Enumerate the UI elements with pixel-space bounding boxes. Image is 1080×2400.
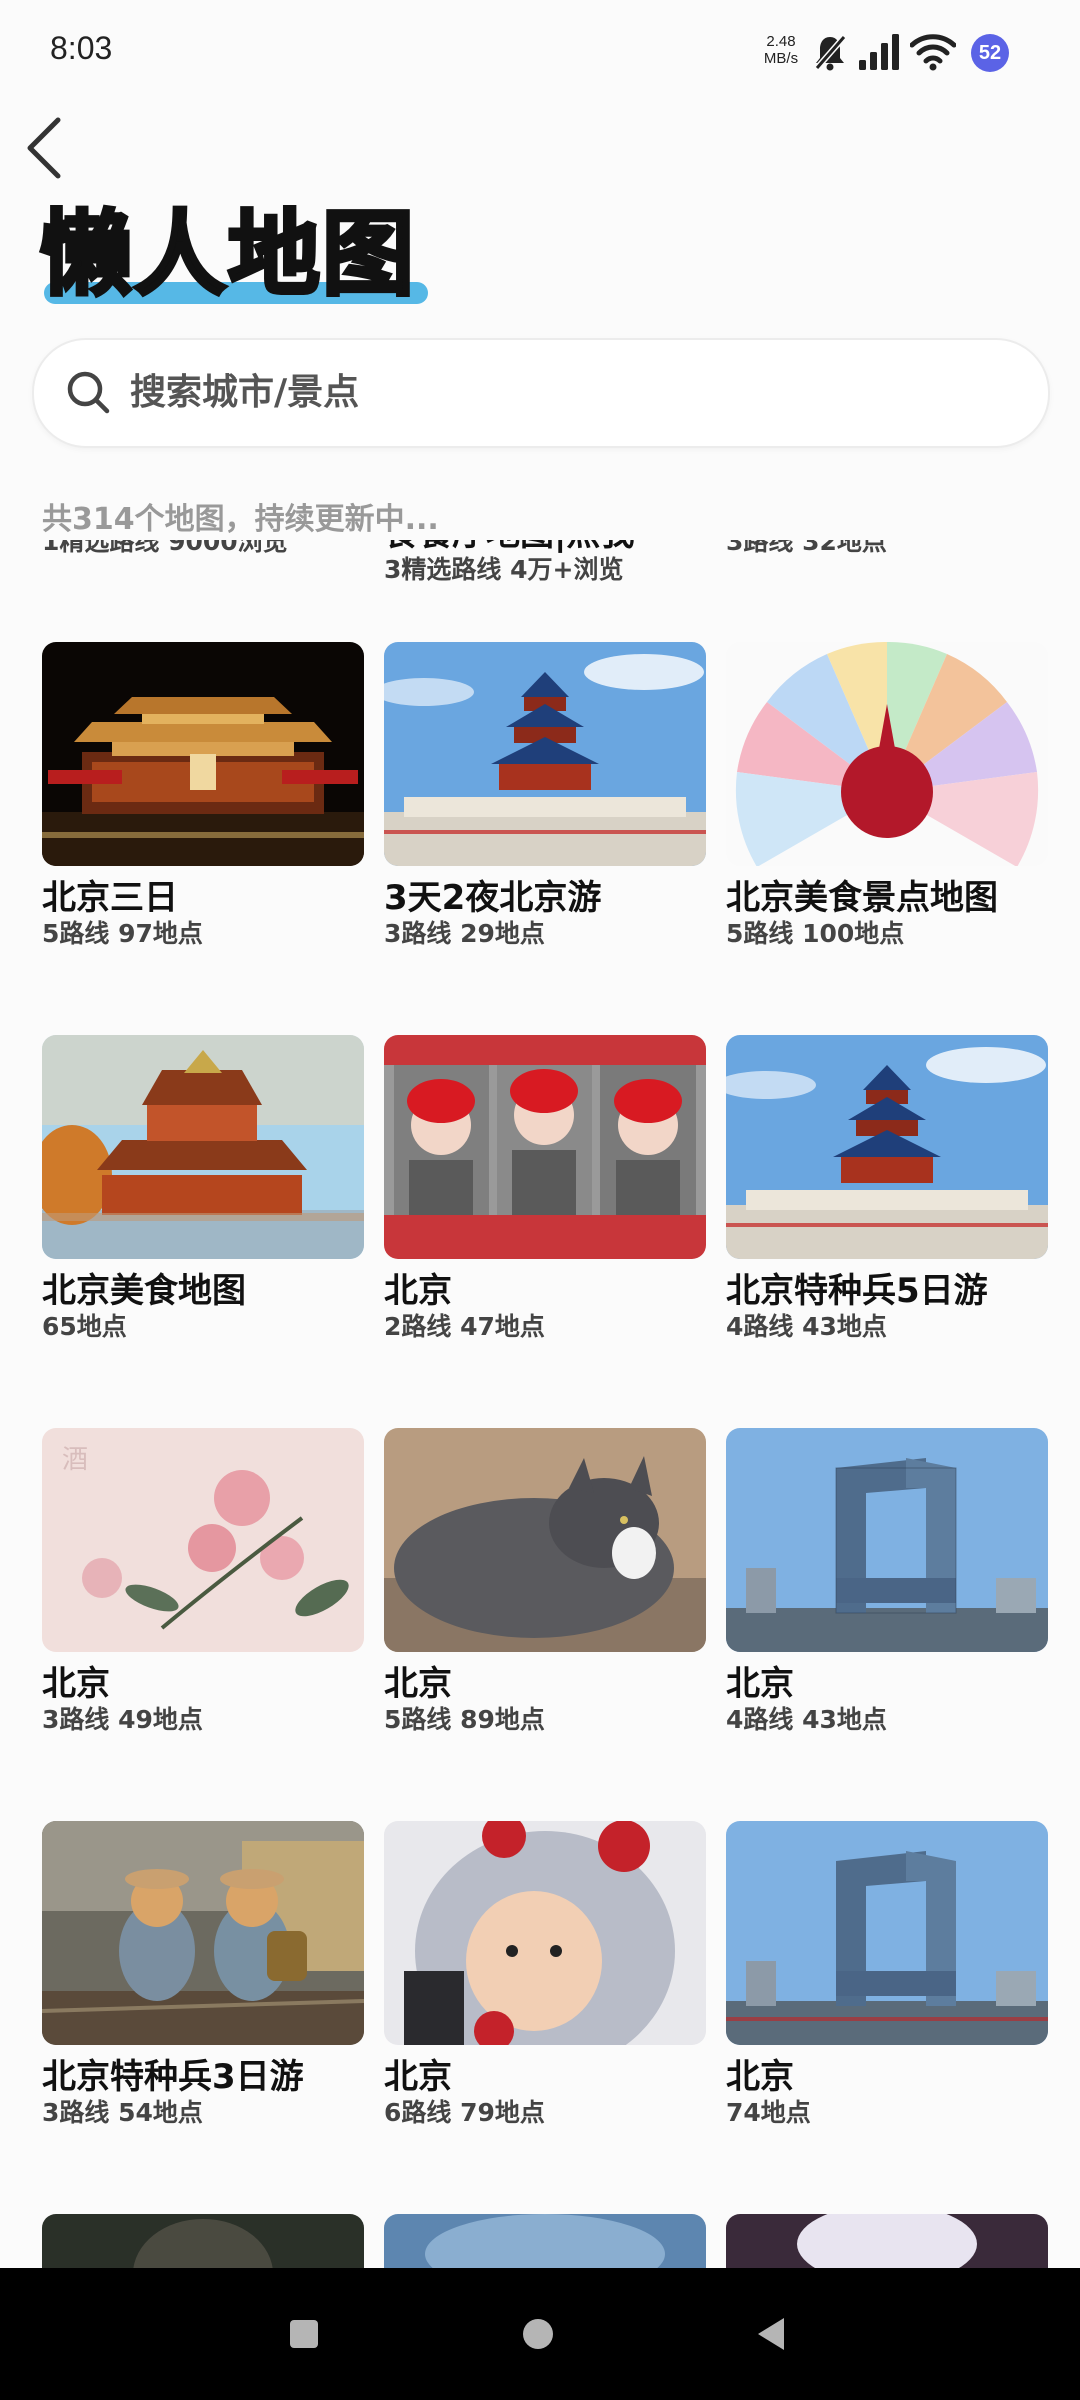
signal-icon (859, 34, 899, 70)
map-card-thumbnail-flower-painting: 酒 (42, 1428, 364, 1652)
map-card[interactable] (384, 2214, 706, 2268)
map-card-title: 北京特种兵3日游 (42, 2057, 304, 2097)
map-card-thumbnail-corner-tower (42, 1035, 364, 1259)
map-card-thumbnail-red-hats (384, 1035, 706, 1259)
notification-count-badge: 52 (971, 34, 1009, 72)
map-card-subtitle: 74地点 (726, 2098, 811, 2127)
map-card-subtitle: 5路线 89地点 (384, 1705, 545, 1734)
map-card[interactable] (42, 2214, 364, 2268)
map-grid: 1精选路线 9000浏览 食餐厅地图|点我 3精选路线 4万+浏览 3路线 32… (0, 540, 1080, 2268)
map-card-thumbnail-cats-railway (42, 1821, 364, 2045)
map-card-title: 北京 (726, 2057, 794, 2097)
app-title-text: 懒人地图 (38, 199, 417, 310)
home-button[interactable] (478, 2268, 598, 2400)
search-input[interactable]: 搜索城市/景点 (32, 338, 1050, 448)
map-card-thumbnail-spin-wheel (726, 642, 1048, 866)
map-card[interactable] (726, 2214, 1048, 2268)
map-card[interactable]: 3天2夜北京游 3路线 29地点 (384, 642, 706, 950)
map-card-thumbnail-tiananmen (42, 642, 364, 866)
map-card-thumbnail-anime-character (726, 2214, 1048, 2268)
back-nav-button[interactable] (712, 2268, 832, 2400)
map-card-partial[interactable]: 3路线 32地点 (726, 540, 1048, 558)
map-count-text: 共314个地图，持续更新中... (42, 502, 439, 537)
search-placeholder: 搜索城市/景点 (130, 372, 360, 413)
map-card[interactable]: 北京 5路线 89地点 (384, 1428, 706, 1736)
map-card[interactable]: 北京特种兵5日游 4路线 43地点 (726, 1035, 1048, 1343)
map-card-thumbnail-gray-cat (384, 1428, 706, 1652)
map-card-subtitle: 5路线 100地点 (726, 919, 905, 948)
back-button[interactable] (18, 112, 78, 184)
map-card-subtitle: 3路线 54地点 (42, 2098, 203, 2127)
map-card-title: 食餐厅地图|点我 (384, 540, 706, 554)
map-card-partial[interactable]: 1精选路线 9000浏览 (42, 540, 364, 558)
map-card-thumbnail-cctv-building (726, 1821, 1048, 2045)
map-card[interactable]: 北京三日 5路线 97地点 (42, 642, 364, 950)
map-card-subtitle: 3路线 29地点 (384, 919, 545, 948)
map-card[interactable]: 北京美食地图 65地点 (42, 1035, 364, 1343)
map-card-subtitle: 4路线 43地点 (726, 1705, 887, 1734)
map-card-title: 北京 (42, 1664, 110, 1704)
map-card-thumbnail-cctv-building (726, 1428, 1048, 1652)
map-card[interactable]: 北京 2路线 47地点 (384, 1035, 706, 1343)
app-title: 懒人地图 (38, 199, 417, 310)
map-card-subtitle: 3路线 32地点 (726, 540, 887, 556)
map-card-subtitle: 65地点 (42, 1312, 127, 1341)
map-card[interactable]: 北京 74地点 (726, 1821, 1048, 2129)
wifi-icon (910, 34, 956, 71)
map-card-title: 北京美食景点地图 (726, 878, 998, 918)
map-card-title: 北京 (384, 1271, 452, 1311)
map-card-title: 北京美食地图 (42, 1271, 246, 1311)
map-card-partial[interactable]: 食餐厅地图|点我 3精选路线 4万+浏览 (384, 540, 706, 586)
map-card-subtitle: 3路线 49地点 (42, 1705, 203, 1734)
map-card-title: 北京 (384, 1664, 452, 1704)
map-card[interactable]: 北京美食景点地图 5路线 100地点 (726, 642, 1048, 950)
svg-text:酒: 酒 (62, 1445, 88, 1475)
map-card-thumbnail-blue-art (384, 2214, 706, 2268)
network-speed-value: 2.48 (766, 33, 796, 50)
map-card[interactable]: 北京 6路线 79地点 (384, 1821, 706, 2129)
map-card-thumbnail-temple-of-heaven (384, 642, 706, 866)
map-card-subtitle: 1精选路线 9000浏览 (42, 540, 288, 556)
map-card-thumbnail-temple-of-heaven (726, 1035, 1048, 1259)
mute-bell-icon (814, 35, 847, 71)
recents-button[interactable] (244, 2268, 364, 2400)
map-card-title: 3天2夜北京游 (384, 878, 602, 918)
map-card[interactable]: 酒 北京 3路线 49地点 (42, 1428, 364, 1736)
status-bar: 8:03 2.48 MB/s 52 (0, 0, 1080, 104)
map-card-subtitle: 6路线 79地点 (384, 2098, 545, 2127)
network-speed: 2.48 MB/s (756, 33, 806, 67)
map-card-subtitle: 5路线 97地点 (42, 919, 203, 948)
map-card[interactable]: 北京 4路线 43地点 (726, 1428, 1048, 1736)
map-card-subtitle: 2路线 47地点 (384, 1312, 545, 1341)
map-card-title: 北京 (726, 1664, 794, 1704)
network-speed-unit: MB/s (763, 50, 799, 67)
map-card-title: 北京特种兵5日游 (726, 1271, 988, 1311)
search-icon (67, 371, 110, 414)
map-card-thumbnail-child-hood (384, 1821, 706, 2045)
system-nav-bar (0, 2268, 1080, 2400)
map-card-title: 北京 (384, 2057, 452, 2097)
map-card-subtitle: 4路线 43地点 (726, 1312, 887, 1341)
map-card-subtitle: 3精选路线 4万+浏览 (384, 555, 624, 584)
map-card[interactable]: 北京特种兵3日游 3路线 54地点 (42, 1821, 364, 2129)
status-time: 8:03 (50, 30, 113, 66)
map-card-title: 北京三日 (42, 878, 178, 918)
map-card-thumbnail-dark-portrait (42, 2214, 364, 2268)
